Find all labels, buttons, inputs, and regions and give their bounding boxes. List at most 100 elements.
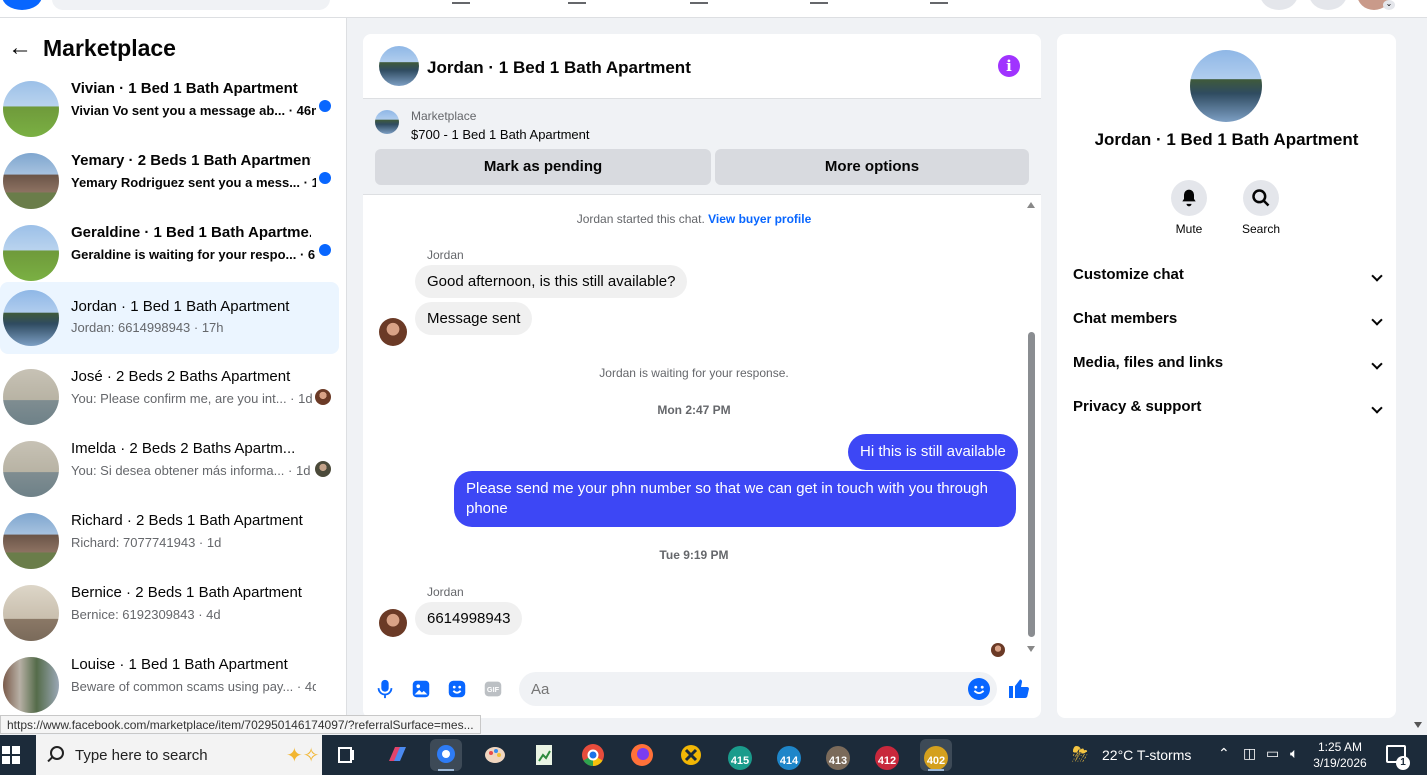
seen-avatar <box>315 389 331 405</box>
mute-button[interactable]: Mute <box>1164 180 1214 236</box>
chat-started-text: Jordan started this chat. <box>576 212 705 226</box>
chevron-up-icon[interactable]: ⌃ <box>1218 745 1230 762</box>
outgoing-message[interactable]: Hi this is still available <box>848 434 1018 470</box>
scroll-up-icon[interactable] <box>1027 202 1035 208</box>
sender-avatar[interactable] <box>379 318 407 346</box>
conversation-title: Imelda · 2 Beds 2 Baths Apartm... <box>71 440 296 457</box>
windows-start-icon[interactable] <box>2 746 20 764</box>
thumbs-up-icon[interactable] <box>1007 676 1031 700</box>
windows-taskbar: Type here to search ✦✧ 415 414 413 412 4… <box>0 735 1427 775</box>
customize-chat-section[interactable]: Customize chat <box>1073 266 1383 290</box>
groups-nav-icon[interactable] <box>810 0 828 4</box>
view-buyer-profile-link[interactable]: View buyer profile <box>708 212 811 226</box>
copilot-sparkle-icon[interactable]: ✦✧ <box>286 743 320 768</box>
sticker-icon[interactable] <box>446 678 468 700</box>
cmd-badge-415[interactable]: 415 <box>724 739 756 771</box>
chat-title[interactable]: Jordan · 1 Bed 1 Bath Apartment <box>427 58 691 78</box>
system-clock[interactable]: 1:25 AM 3/19/2026 <box>1310 739 1370 771</box>
maps-app-icon[interactable] <box>430 739 462 771</box>
conversation-preview: Bernice: 6192309843 · 4d <box>71 607 221 622</box>
network-icon[interactable]: ▭ <box>1266 745 1279 762</box>
privacy-support-section[interactable]: Privacy & support <box>1073 398 1383 422</box>
chat-details-avatar[interactable] <box>1190 50 1262 122</box>
marketplace-nav-icon[interactable] <box>690 0 708 4</box>
search-button[interactable]: Search <box>1236 180 1286 236</box>
photo-icon[interactable] <box>410 678 432 700</box>
conversation-item[interactable]: Vivian · 1 Bed 1 Bath Apartment Vivian V… <box>0 72 339 144</box>
chat-window: Jordan · 1 Bed 1 Bath Apartment i Market… <box>363 34 1041 718</box>
facebook-search-input[interactable] <box>52 0 330 10</box>
chat-members-section[interactable]: Chat members <box>1073 310 1383 334</box>
incoming-message[interactable]: Message sent <box>415 302 533 335</box>
weather-storm-icon[interactable]: ⛈ <box>1072 744 1094 766</box>
video-nav-icon[interactable] <box>568 0 586 4</box>
microphone-icon[interactable] <box>374 678 396 700</box>
conversation-item[interactable]: Bernice · 2 Beds 1 Bath Apartment Bernic… <box>0 576 339 648</box>
messenger-icon[interactable] <box>1309 0 1347 10</box>
menu-grid-icon[interactable] <box>1260 0 1298 10</box>
conversation-item[interactable]: José · 2 Beds 2 Baths Apartment You: Ple… <box>0 360 339 432</box>
more-options-button[interactable]: More options <box>715 149 1029 185</box>
paint-app-icon[interactable] <box>479 739 511 771</box>
mark-as-pending-button[interactable]: Mark as pending <box>375 149 711 185</box>
outgoing-message[interactable]: Please send me your phn number so that w… <box>454 471 1016 527</box>
sender-avatar[interactable] <box>379 609 407 637</box>
link-preview-status: https://www.facebook.com/marketplace/ite… <box>0 715 481 734</box>
copilot-app-icon[interactable] <box>381 739 413 771</box>
conversation-item[interactable]: Louise · 1 Bed 1 Bath Apartment Beware o… <box>0 648 339 718</box>
firefox-app-icon[interactable] <box>626 739 658 771</box>
cmd-badge-413[interactable]: 413 <box>822 739 854 771</box>
scroll-thumb[interactable] <box>1028 332 1035 637</box>
speaker-icon[interactable]: 🔈︎ <box>1290 745 1298 762</box>
back-arrow-icon[interactable]: ← <box>8 34 36 62</box>
message-input[interactable] <box>519 672 997 706</box>
conversation-item[interactable]: Imelda · 2 Beds 2 Baths Apartm... You: S… <box>0 432 339 504</box>
listing-price-title[interactable]: $700 - 1 Bed 1 Bath Apartment <box>411 127 590 142</box>
excel-app-icon[interactable] <box>528 739 560 771</box>
timestamp: Mon 2:47 PM <box>657 403 731 417</box>
gaming-nav-icon[interactable] <box>930 0 948 4</box>
gif-icon[interactable]: GIF <box>482 678 504 700</box>
listing-thumbnail <box>3 513 59 569</box>
incoming-message[interactable]: 6614998943 <box>415 602 523 635</box>
message-scrollbar[interactable] <box>1026 202 1036 652</box>
page-scroll-down-icon[interactable] <box>1414 722 1422 728</box>
chrome-app-icon[interactable] <box>577 739 609 771</box>
meet-now-icon[interactable]: ◫ <box>1243 745 1256 762</box>
search-icon <box>50 746 64 760</box>
listing-thumbnail <box>3 290 59 346</box>
listing-thumbnail <box>3 441 59 497</box>
taskbar-search-box[interactable]: Type here to search ✦✧ <box>36 735 322 775</box>
home-nav-icon[interactable] <box>452 0 470 4</box>
conversation-item[interactable]: Richard · 2 Beds 1 Bath Apartment Richar… <box>0 504 339 576</box>
conversation-title: Richard · 2 Beds 1 Bath Apartment <box>71 512 303 529</box>
facebook-logo-icon[interactable] <box>2 0 42 10</box>
cmd-badge-402[interactable]: 402 <box>920 739 952 771</box>
xbox-app-icon[interactable] <box>675 739 707 771</box>
listing-thumbnail[interactable] <box>375 110 399 134</box>
timestamp: Tue 9:19 PM <box>659 548 729 562</box>
task-view-icon[interactable] <box>330 739 362 771</box>
scroll-down-icon[interactable] <box>1027 646 1035 652</box>
listing-banner: Marketplace $700 - 1 Bed 1 Bath Apartmen… <box>363 99 1041 195</box>
search-label: Search <box>1241 222 1281 236</box>
search-icon <box>1243 180 1279 216</box>
media-files-links-section[interactable]: Media, files and links <box>1073 354 1383 378</box>
chat-avatar[interactable] <box>379 46 419 86</box>
cmd-badge-412[interactable]: 412 <box>871 739 903 771</box>
marketplace-inbox: ← Marketplace Vivian · 1 Bed 1 Bath Apar… <box>0 18 347 718</box>
incoming-message[interactable]: Good afternoon, is this still available? <box>415 265 688 298</box>
cmd-badge-414[interactable]: 414 <box>773 739 805 771</box>
info-icon[interactable]: i <box>998 55 1020 77</box>
unread-dot-icon <box>319 172 331 184</box>
conversation-item-active[interactable]: Jordan · 1 Bed 1 Bath Apartment Jordan: … <box>0 282 339 354</box>
conversation-item[interactable]: Yemary · 2 Beds 1 Bath Apartment Yemary … <box>0 144 339 216</box>
conversation-item[interactable]: Geraldine · 1 Bed 1 Bath Apartme... Gera… <box>0 216 339 288</box>
chevron-down-icon[interactable]: ⌄ <box>1383 0 1395 10</box>
chevron-down-icon <box>1371 402 1383 414</box>
chat-details-title: Jordan · 1 Bed 1 Bath Apartment <box>1094 130 1359 149</box>
emoji-icon[interactable] <box>968 678 990 700</box>
listing-source-label: Marketplace <box>411 109 477 123</box>
section-label: Chat members <box>1073 310 1178 327</box>
weather-text[interactable]: 22°C T-storms <box>1102 747 1191 763</box>
